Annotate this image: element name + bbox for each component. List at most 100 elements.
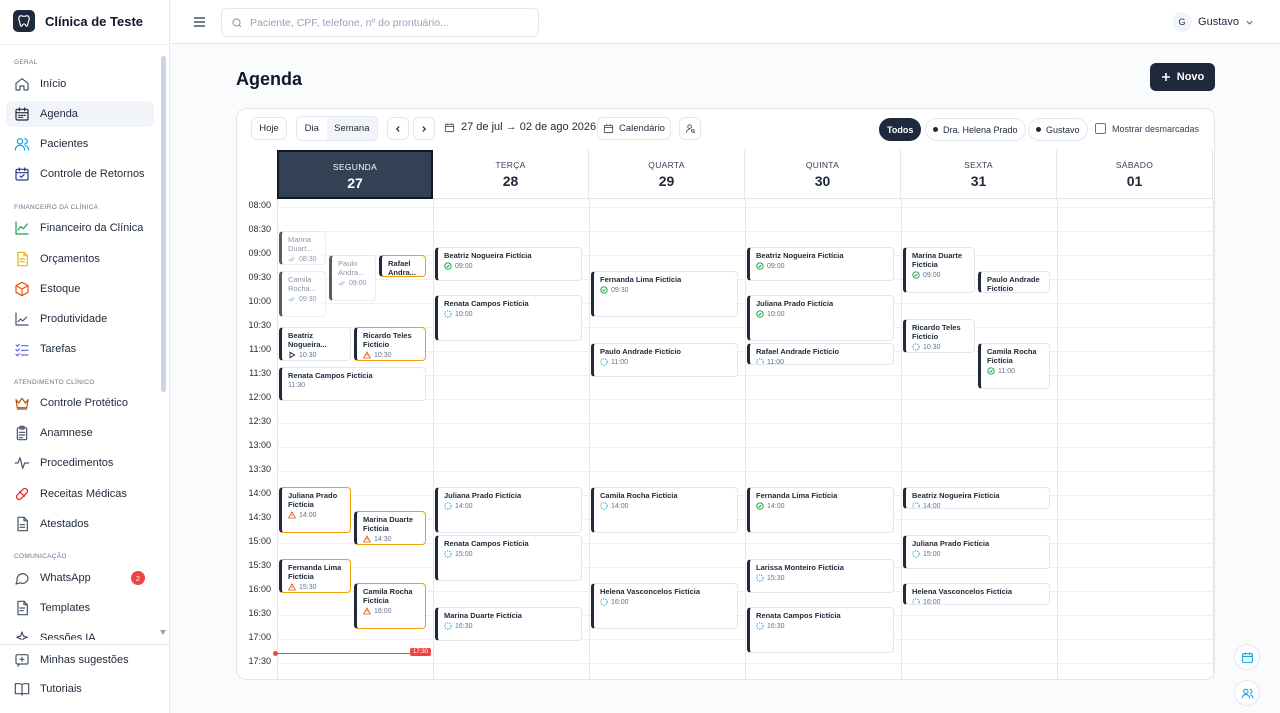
sidebar-item-pacientes[interactable]: Pacientes	[6, 131, 154, 157]
filter-all[interactable]: Todos	[879, 118, 922, 141]
double-check-icon	[288, 297, 296, 302]
hour-gridline	[277, 663, 1214, 664]
show-unmarked-checkbox[interactable]: Mostrar desmarcadas	[1095, 123, 1199, 134]
day-header-sabado[interactable]: SÁBADO 01	[1057, 150, 1213, 199]
sidebar-item-controle-de-retornos[interactable]: Controle de Retornos	[6, 161, 154, 187]
sidebar-item-whatsapp[interactable]: WhatsApp 2	[6, 565, 154, 591]
professional-filter-button[interactable]	[679, 117, 701, 140]
appointment-card[interactable]: Fernanda Lima Fictícia 09:30	[591, 271, 738, 317]
new-appointment-button[interactable]: Novo	[1150, 63, 1215, 91]
day-date: 27	[347, 175, 363, 191]
view-week-button[interactable]: Semana	[326, 117, 377, 140]
appointment-card[interactable]: Marina Duarte Fictícia 09:00	[903, 247, 975, 293]
sidebar-item-tutoriais[interactable]: Tutoriais	[6, 676, 154, 702]
user-menu[interactable]: G Gustavo	[1172, 12, 1254, 32]
brand[interactable]: Clínica de Teste	[13, 10, 143, 32]
sidebar-item-produtividade[interactable]: Produtividade	[6, 306, 154, 332]
sidebar-item-estoque[interactable]: Estoque	[6, 276, 154, 302]
appointment-card[interactable]: Camila Rocha Fictícia 14:00	[591, 487, 738, 533]
checkbox-box[interactable]	[1095, 123, 1106, 134]
appointment-time-text: 14:30	[374, 535, 392, 543]
sidebar-item-agenda[interactable]: Agenda	[6, 101, 154, 127]
filter-gustavo[interactable]: Gustavo	[1028, 118, 1088, 141]
appointment-card[interactable]: Beatriz Nogueira Fictícia 14:00	[903, 487, 1050, 509]
pulse-icon	[14, 457, 30, 469]
appointment-time: 11:00	[756, 358, 889, 364]
appointment-card[interactable]: Juliana Prado Fictícia 10:00	[747, 295, 894, 341]
sidebar-item-controle-protetico[interactable]: Controle Protético	[6, 390, 154, 416]
sidebar-item-procedimentos[interactable]: Procedimentos	[6, 450, 154, 476]
sidebar-item-sessoes-ia[interactable]: Sessões IA	[6, 625, 154, 640]
plus-icon	[1161, 73, 1170, 81]
appointment-card[interactable]: Fernanda Lima Fictícia 14:00	[747, 487, 894, 533]
appointment-time-text: 09:30	[299, 295, 317, 303]
day-header-segunda[interactable]: SEGUNDA 27	[277, 150, 433, 199]
appointment-card[interactable]: Juliana Prado Fictícia 14:00	[435, 487, 582, 533]
appointment-card[interactable]: Paulo Andrade Fictício	[978, 271, 1050, 293]
sidebar-item-templates[interactable]: Templates	[6, 595, 154, 621]
appointment-card[interactable]: Rafael Andra...	[379, 255, 426, 277]
appointment-card[interactable]: Ricardo Teles Fictício 10:30	[354, 327, 426, 361]
appointment-card[interactable]: Marina Duarte Fictícia 16:30	[435, 607, 582, 641]
appointment-card[interactable]: Fernanda Lima Fictícia 15:30	[279, 559, 351, 593]
next-week-button[interactable]	[413, 117, 435, 140]
sidebar-item-orcamentos[interactable]: Orçamentos	[6, 246, 154, 272]
pending-circle-icon	[756, 358, 764, 364]
sidebar-item-atestados[interactable]: Atestados	[6, 511, 154, 537]
search-input[interactable]	[250, 13, 530, 33]
filter-helena-prado[interactable]: Dra. Helena Prado	[925, 118, 1026, 141]
appointment-card[interactable]: Beatriz Nogueira Fictícia 09:00	[747, 247, 894, 281]
appointment-card[interactable]: Juliana Prado Fictícia 15:00	[903, 535, 1050, 569]
appointment-card[interactable]: Helena Vasconcelos Fictícia 16:00	[903, 583, 1050, 605]
sidebar-item-inicio[interactable]: Início	[6, 71, 154, 97]
prev-week-button[interactable]	[387, 117, 409, 140]
patient-name: Fernanda Lima Fictícia	[600, 275, 682, 284]
view-day-button[interactable]: Dia	[297, 117, 327, 140]
sidebar-item-tarefas[interactable]: Tarefas	[6, 336, 154, 362]
column-divider	[901, 199, 902, 679]
sidebar-item-anamnese[interactable]: Anamnese	[6, 420, 154, 446]
appointment-card[interactable]: Renata Campos Fictícia 10:00	[435, 295, 582, 341]
time-label: 14:00	[248, 488, 271, 498]
calendar-button[interactable]: Calendário	[597, 117, 671, 140]
scroll-down-arrow-icon[interactable]	[160, 630, 166, 635]
sidebar-nav[interactable]: Geral Início Agenda Pacientes Controle de Re…	[0, 44, 170, 640]
time-label: 17:00	[248, 632, 271, 642]
patient-name: Renata Campos Fictícia	[444, 299, 529, 308]
appointment-card[interactable]: Marina Duart... 08:30	[279, 231, 326, 265]
search-box[interactable]	[221, 8, 539, 37]
appointment-card[interactable]: Marina Duarte Fictícia 14:30	[354, 511, 426, 545]
day-header-quarta[interactable]: QUARTA 29	[589, 150, 745, 199]
appointment-card[interactable]: Beatriz Nogueira... 10:30	[279, 327, 351, 361]
appointment-card[interactable]: Juliana Prado Fictícia 14:00	[279, 487, 351, 533]
appointment-card[interactable]: Renata Campos Fictícia 11:30	[279, 367, 426, 401]
appointment-card[interactable]: Paulo Andra... 09:00	[329, 255, 376, 301]
appointment-card[interactable]: Beatriz Nogueira Fictícia 09:00	[435, 247, 582, 281]
day-header-quinta[interactable]: QUINTA 30	[745, 150, 901, 199]
appointment-card[interactable]: Renata Campos Fictícia 16:30	[747, 607, 894, 653]
appointment-card[interactable]: Larissa Monteiro Fictícia 15:30	[747, 559, 894, 593]
calendar-shortcut-button[interactable]	[1234, 644, 1260, 670]
patient-name: Renata Campos Fictícia	[756, 611, 841, 620]
appointment-time-text: 11:30	[288, 382, 305, 389]
appointment-card[interactable]: Camila Rocha Fictícia 11:00	[978, 343, 1050, 389]
sidebar-item-receitas-medicas[interactable]: Receitas Médicas	[6, 481, 154, 507]
hamburger-menu-icon[interactable]	[193, 15, 206, 33]
today-button[interactable]: Hoje	[251, 117, 287, 140]
day-header-terca[interactable]: TERÇA 28	[433, 150, 589, 199]
sidebar-item-financeiro-da-clinica[interactable]: Financeiro da Clínica	[6, 215, 154, 241]
sidebar-item-minhas-sugestoes[interactable]: Minhas sugestões	[6, 647, 154, 673]
day-header-sexta[interactable]: SEXTA 31	[901, 150, 1057, 199]
appointment-card[interactable]: Ricardo Teles Fictício 10:30	[903, 319, 975, 353]
appointment-card[interactable]: Renata Campos Fictícia 15:00	[435, 535, 582, 581]
appointment-card[interactable]: Camila Rocha Fictícia 16:00	[354, 583, 426, 629]
appointment-card[interactable]: Rafael Andrade Fictício 11:00	[747, 343, 894, 365]
team-shortcut-button[interactable]	[1234, 680, 1260, 706]
appointment-card[interactable]: Camila Rocha... 09:30	[279, 271, 326, 317]
calendar-check-icon	[15, 167, 29, 181]
sidebar: Clínica de Teste Geral Início Agenda Pacien…	[0, 0, 170, 713]
appointment-card[interactable]: Paulo Andrade Fictício 11:00	[591, 343, 738, 377]
pending-circle-icon	[444, 622, 452, 630]
sidebar-scrollbar[interactable]	[161, 56, 166, 392]
appointment-card[interactable]: Helena Vasconcelos Fictícia 16:00	[591, 583, 738, 629]
